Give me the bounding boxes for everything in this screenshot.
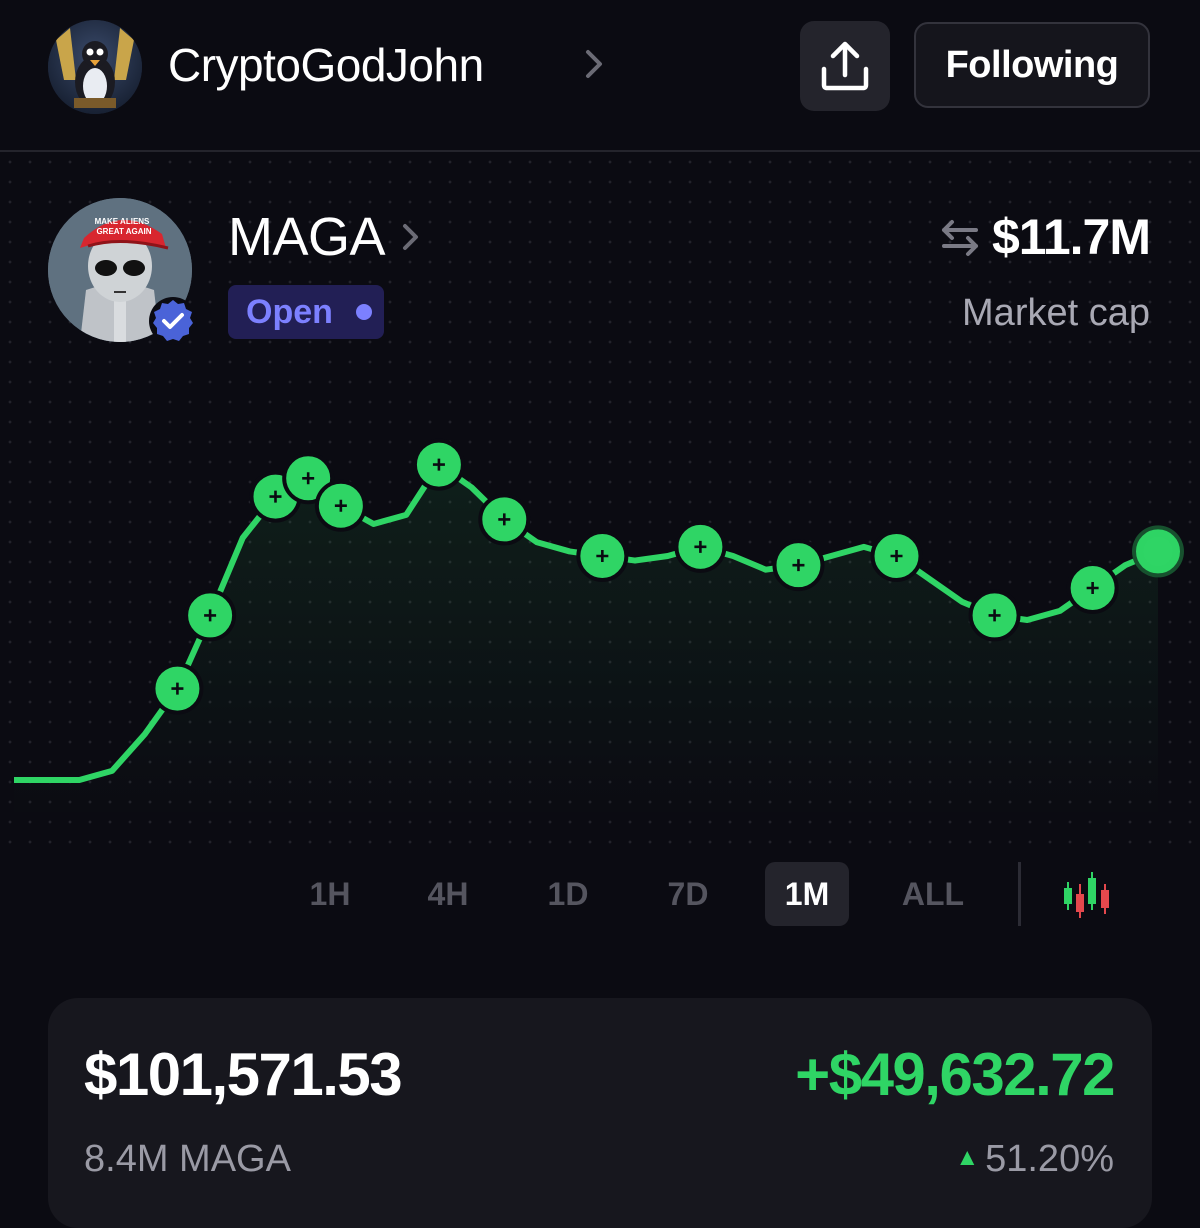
profile-header: CryptoGodJohn Following: [0, 0, 1200, 152]
following-button[interactable]: Following: [914, 22, 1150, 108]
buy-marker[interactable]: [478, 493, 531, 546]
status-label: Open: [246, 293, 333, 331]
buy-marker[interactable]: [184, 589, 237, 642]
position-pnl: +$49,632.72: [795, 1041, 1115, 1108]
chevron-right-icon[interactable]: [398, 218, 424, 256]
buy-marker[interactable]: [870, 530, 923, 582]
buy-marker[interactable]: [412, 438, 465, 491]
candlestick-chart-icon[interactable]: [1060, 870, 1114, 920]
market-cap-value: $11.7M: [991, 209, 1151, 265]
buy-marker[interactable]: [151, 662, 204, 715]
pnl-percent-value: 51.20%: [985, 1138, 1114, 1180]
price-chart[interactable]: [0, 380, 1200, 840]
range-divider: [1018, 862, 1021, 926]
buy-marker[interactable]: [968, 589, 1021, 642]
position-amount: 8.4M MAGA: [84, 1138, 291, 1180]
status-badge: Open: [228, 285, 384, 339]
range-4h[interactable]: 4H: [408, 862, 488, 926]
user-avatar[interactable]: [48, 20, 142, 114]
buy-marker[interactable]: [674, 520, 727, 573]
swap-arrows-icon[interactable]: [938, 216, 982, 260]
token-name[interactable]: MAGA: [228, 206, 386, 268]
status-dot: [356, 304, 372, 320]
up-arrow-icon: ▲: [955, 1144, 980, 1171]
time-range-selector: 1H 4H 1D 7D 1M ALL: [0, 860, 1200, 930]
user-avatar-image: [48, 20, 142, 114]
username[interactable]: CryptoGodJohn: [168, 38, 484, 92]
buy-marker[interactable]: [1066, 562, 1119, 614]
share-icon: [821, 41, 869, 91]
range-1h[interactable]: 1H: [290, 862, 370, 926]
range-all[interactable]: ALL: [888, 862, 978, 926]
range-1d[interactable]: 1D: [528, 862, 608, 926]
chart-area-fill: [14, 464, 1158, 820]
range-1m[interactable]: 1M: [765, 862, 849, 926]
avatar-cap-text-2: GREAT AGAIN: [96, 227, 151, 236]
chevron-right-icon[interactable]: [580, 44, 610, 84]
current-point-marker: [1143, 536, 1173, 567]
pnl-percent: ▲ 51.20%: [955, 1138, 1114, 1181]
range-7d[interactable]: 7D: [648, 862, 728, 926]
position-value: $101,571.53: [84, 1041, 403, 1108]
buy-marker[interactable]: [772, 539, 825, 592]
share-button[interactable]: [800, 21, 890, 111]
market-cap-label: Market cap: [962, 292, 1150, 334]
position-card[interactable]: $101,571.53 +$49,632.72 8.4M MAGA ▲ 51.20…: [48, 998, 1152, 1228]
avatar-cap-text: MAKE ALIENS: [95, 217, 150, 226]
verified-badge-icon: [149, 297, 197, 345]
buy-marker[interactable]: [314, 479, 367, 532]
buy-marker[interactable]: [576, 530, 629, 582]
